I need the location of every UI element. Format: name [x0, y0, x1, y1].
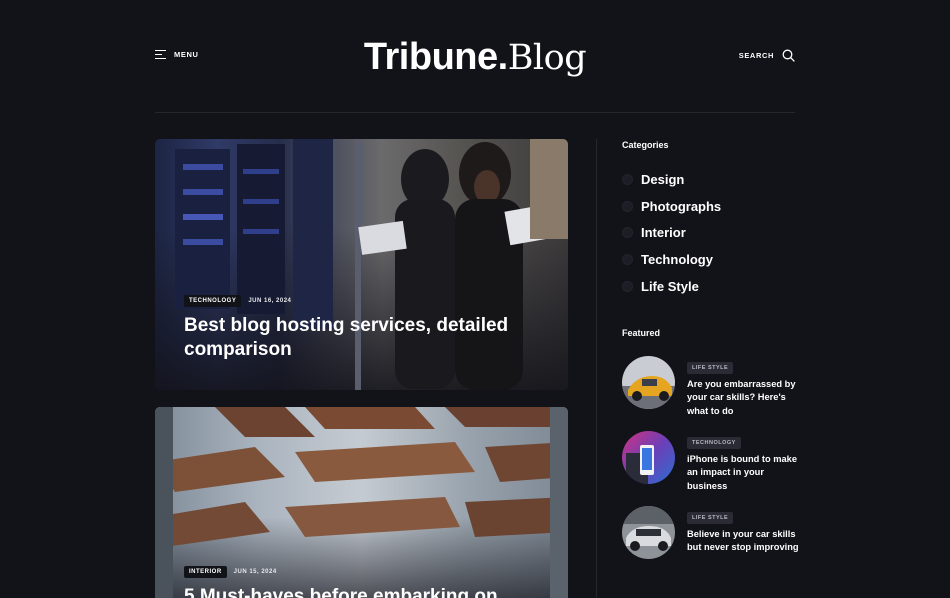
post-title[interactable]: Best blog hosting services, detailed com…: [184, 314, 528, 362]
category-badge[interactable]: INTERIOR: [184, 566, 227, 578]
featured-text: LIFE STYLE Are you embarrassed by your c…: [687, 356, 799, 418]
post-overlay: INTERIOR JUN 15, 2024 5 Must-haves befor…: [184, 566, 528, 598]
category-list: Design Photographs Interior Technology L…: [622, 166, 721, 300]
featured-text: LIFE STYLE Believe in your car skills bu…: [687, 506, 799, 559]
categories-heading: Categories: [622, 140, 669, 150]
category-label: Photographs: [641, 198, 722, 214]
post-card[interactable]: TECHNOLOGY JUN 16, 2024 Best blog hostin…: [155, 139, 568, 390]
post-date: JUN 15, 2024: [233, 569, 277, 575]
featured-thumbnail[interactable]: [622, 431, 675, 484]
category-item-photographs[interactable]: Photographs: [622, 193, 721, 220]
site-logo[interactable]: Tribune.Blog: [0, 33, 950, 82]
post-date: JUN 16, 2024: [248, 298, 292, 304]
header-divider: [155, 112, 795, 113]
bullet-icon: [622, 227, 633, 239]
featured-item[interactable]: LIFE STYLE Are you embarrassed by your c…: [622, 356, 799, 418]
logo-accent-text: Blog: [507, 38, 587, 78]
bullet-icon: [622, 254, 633, 266]
category-item-interior[interactable]: Interior: [622, 220, 721, 247]
post-overlay: TECHNOLOGY JUN 16, 2024 Best blog hostin…: [184, 295, 528, 362]
logo-main-text: Tribune.: [363, 36, 508, 78]
sidebar-divider: [596, 139, 597, 598]
featured-item[interactable]: LIFE STYLE Believe in your car skills bu…: [622, 506, 799, 559]
post-card[interactable]: INTERIOR JUN 15, 2024 5 Must-haves befor…: [155, 407, 568, 598]
featured-thumbnail[interactable]: [622, 506, 675, 559]
category-item-design[interactable]: Design: [622, 166, 721, 193]
category-label: Life Style: [641, 279, 699, 295]
category-badge[interactable]: TECHNOLOGY: [184, 295, 242, 307]
featured-thumbnail[interactable]: [622, 356, 675, 409]
category-label: Design: [641, 171, 685, 187]
featured-title[interactable]: iPhone is bound to make an impact in you…: [687, 453, 799, 493]
featured-category-badge[interactable]: TECHNOLOGY: [687, 437, 741, 449]
search-button[interactable]: SEARCH: [739, 49, 795, 62]
featured-category-badge[interactable]: LIFE STYLE: [687, 362, 734, 374]
search-label: SEARCH: [738, 51, 774, 60]
bullet-icon: [622, 173, 633, 185]
category-label: Technology: [641, 252, 713, 268]
featured-text: TECHNOLOGY iPhone is bound to make an im…: [687, 431, 799, 493]
category-item-technology[interactable]: Technology: [622, 246, 721, 273]
post-meta: TECHNOLOGY JUN 16, 2024: [184, 295, 528, 307]
page: MENU Tribune.Blog SEARCH TECHNOLOGY JUN …: [0, 0, 950, 598]
category-item-life-style[interactable]: Life Style: [622, 273, 721, 300]
bullet-icon: [622, 200, 633, 212]
category-label: Interior: [641, 225, 686, 241]
featured-heading: Featured: [622, 328, 661, 338]
featured-item[interactable]: TECHNOLOGY iPhone is bound to make an im…: [622, 431, 799, 493]
bullet-icon: [622, 281, 633, 293]
featured-title[interactable]: Are you embarrassed by your car skills? …: [687, 378, 799, 418]
featured-category-badge[interactable]: LIFE STYLE: [687, 512, 734, 524]
post-title[interactable]: 5 Must-haves before embarking on: [184, 585, 528, 598]
post-meta: INTERIOR JUN 15, 2024: [184, 566, 528, 578]
featured-title[interactable]: Believe in your car skills but never sto…: [687, 528, 799, 555]
search-icon: [782, 49, 795, 62]
